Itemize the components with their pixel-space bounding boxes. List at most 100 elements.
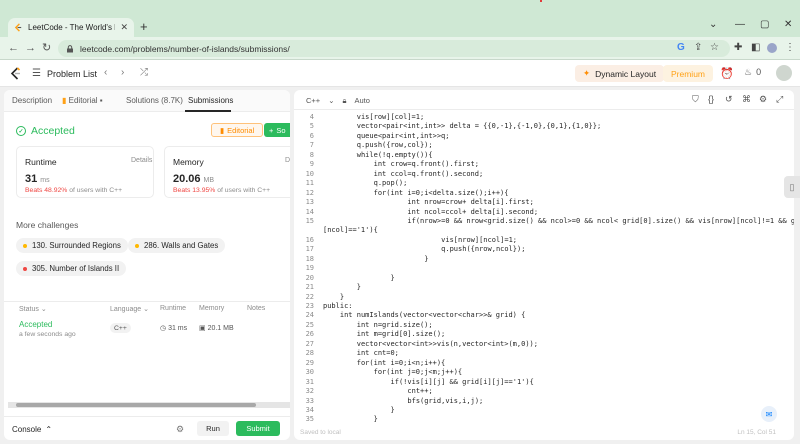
code-line[interactable]: 28 int cnt=0; [294,349,794,359]
minimize-button[interactable]: — [735,19,745,30]
code-line[interactable]: 15 if(nrow>=0 && nrow<grid.size() && ncol… [294,217,794,227]
alarm-clock-icon[interactable]: ⏰ [720,67,734,80]
tab-description[interactable]: Description [12,96,52,105]
streak-counter[interactable]: ♨ 0 [744,67,761,78]
code-line[interactable]: 14 int ncol=ccol+ delta[i].second; [294,208,794,218]
code-line[interactable]: 11 q.pop(); [294,179,794,189]
sidepanel-icon[interactable]: ◧ [751,43,760,53]
runtime-card[interactable]: Runtime Details 31 ms Beats 48.92% of use… [16,146,154,198]
braces-icon[interactable]: {} [708,95,714,104]
new-tab-button[interactable]: + [140,20,148,34]
premium-button[interactable]: Premium [663,65,714,82]
code-line[interactable]: 35} [294,415,794,425]
line-number: 10 [305,169,314,178]
line-number: 23 [305,302,314,310]
code-line[interactable]: 16 vis[nrow][ncol]=1; [294,236,794,246]
code-line[interactable]: 33 bfs(grid,vis,i,j); [294,397,794,407]
scrollbar-thumb[interactable] [16,403,256,407]
code-line[interactable]: 20} [294,274,794,284]
tab-search-icon[interactable]: ⌄ [709,19,717,30]
problem-list-link[interactable]: ☰ Problem List [32,68,97,79]
tab-solutions[interactable]: Solutions (8.7K) [126,96,183,105]
code-line[interactable]: 8 while(!q.empty()){ [294,151,794,161]
dynamic-layout-button[interactable]: ✦ Dynamic Layout [575,65,665,82]
code-line[interactable]: 5 vector<pair<int,int>> delta = {{0,-1},{… [294,122,794,132]
back-arrow-icon[interactable]: ← [8,42,19,54]
forward-arrow-icon[interactable]: → [25,42,36,54]
code-line[interactable]: 21} [294,283,794,293]
testcase-icon[interactable]: ⚙ [176,424,184,435]
console-toggle[interactable]: Console ⌃ [12,425,52,434]
reload-icon[interactable]: ↻ [42,42,51,54]
submit-button[interactable]: Submit [236,421,280,436]
challenge-chip[interactable]: 305. Number of Islands II [16,261,127,276]
code-line[interactable]: 17 q.push({nrow,ncol}); [294,245,794,255]
code-line[interactable]: 10 int ccol=q.front().second; [294,170,794,180]
profile-avatar[interactable] [767,43,777,53]
leetcode-logo-icon[interactable] [10,67,22,80]
challenge-chip[interactable]: 130. Surrounded Regions [16,238,128,253]
tab-submissions[interactable]: Submissions [188,96,233,105]
share-icon[interactable]: ⇪ [694,43,702,53]
code-line[interactable]: 32 cnt++; [294,387,794,397]
bookmark-star-icon[interactable]: ☆ [710,43,719,53]
prev-problem-icon[interactable]: ‹ [104,68,107,78]
browser-tab[interactable]: LeetCode - The World's Leading ✕ [8,18,134,37]
memory-details-link[interactable]: D [285,157,290,164]
code-line[interactable]: 4 vis[row][col]=1; [294,113,794,123]
code-line[interactable]: 19 [294,264,794,274]
code-line[interactable]: 31 if(!vis[i][j] && grid[i][j]=='1'){ [294,378,794,388]
horizontal-scrollbar[interactable] [8,402,290,408]
post-solution-button[interactable]: + So [264,123,290,137]
code-line[interactable]: 12 for(int i=0;i<delta.size();i++){ [294,189,794,199]
chat-icon[interactable]: ✉ [761,406,777,422]
fullscreen-icon[interactable]: ⤢ [776,95,783,104]
submissions-table-header: Status ⌄ Language ⌄ Runtime Memory Notes [4,301,290,315]
code-line[interactable]: 26 int m=grid[0].size(); [294,330,794,340]
language-selector[interactable]: C++ ⌄ 🔒︎ Auto [306,96,370,106]
row-status[interactable]: Accepted [19,320,52,329]
code-line[interactable]: 18} [294,255,794,265]
code-line[interactable]: 9 int crow=q.front().first; [294,160,794,170]
browser-menu-icon[interactable]: ⋮ [785,43,795,53]
bookmark-icon[interactable]: ⛉ [692,95,699,104]
extensions-icon[interactable]: ✚ [734,43,742,53]
run-button[interactable]: Run [197,421,229,436]
side-notes-tab[interactable]: ▯ [784,176,800,198]
settings-gear-icon[interactable]: ⚙ [759,95,767,104]
code-line[interactable]: 13 int nrow=crow+ delta[i].first; [294,198,794,208]
code-line[interactable]: 7 q.push({row,col}); [294,141,794,151]
url-input[interactable]: leetcode.com/problems/number-of-islands/… [58,40,730,57]
code-line[interactable]: 24 int numIslands(vector<vector<char>>& g… [294,311,794,321]
header-language[interactable]: Language ⌄ [110,305,149,313]
header-status[interactable]: Status ⌄ [19,305,47,313]
user-avatar[interactable] [776,65,792,81]
runtime-details-link[interactable]: Details [131,157,152,164]
code-line[interactable]: 29 for(int i=0;i<n;i++){ [294,359,794,369]
code-line[interactable]: 6 queue<pair<int,int>>q; [294,132,794,142]
code-line[interactable]: 25 int n=grid.size(); [294,321,794,331]
shortcut-icon[interactable]: ⌘ [742,95,751,104]
code-line[interactable]: [ncol]=='1'){ [294,226,794,236]
code-line[interactable]: 23 public: [294,302,794,312]
tab-editorial[interactable]: ▮ Editorial ▪ [62,96,103,105]
shuffle-icon[interactable]: ⤮ [140,68,148,78]
code-line[interactable]: 27 vector<vector<int>>vis(n,vector<int>(m… [294,340,794,350]
close-window-button[interactable]: ✕ [784,19,792,30]
code-line[interactable]: 22} [294,293,794,303]
reset-icon[interactable]: ↺ [725,95,733,104]
code-area[interactable]: 4 vis[row][col]=1; 5 vector<pair<int,int>> … [294,110,794,425]
challenge-chip[interactable]: 286. Walls and Gates [128,238,226,253]
memory-card[interactable]: Memory D 20.06 MB Beats 13.95% of users w… [164,146,290,198]
code-line[interactable]: 34} [294,406,794,416]
code-line[interactable]: 30 for(int j=0;j<m;j++){ [294,368,794,378]
google-icon[interactable]: G [677,43,685,53]
close-tab-icon[interactable]: ✕ [120,22,128,33]
line-number: 16 [305,235,314,244]
maximize-button[interactable]: ▢ [760,19,769,30]
code-text: vis[nrow][ncol]=1; [441,235,518,244]
left-tab-bar: Description ▮ Editorial ▪ Solutions (8.7… [4,90,290,112]
next-problem-icon[interactable]: › [121,68,124,78]
editorial-button[interactable]: ▮ Editorial [211,123,264,137]
table-row[interactable]: Accepted a few seconds ago C++ ◷ 31 ms ▣… [4,316,290,342]
